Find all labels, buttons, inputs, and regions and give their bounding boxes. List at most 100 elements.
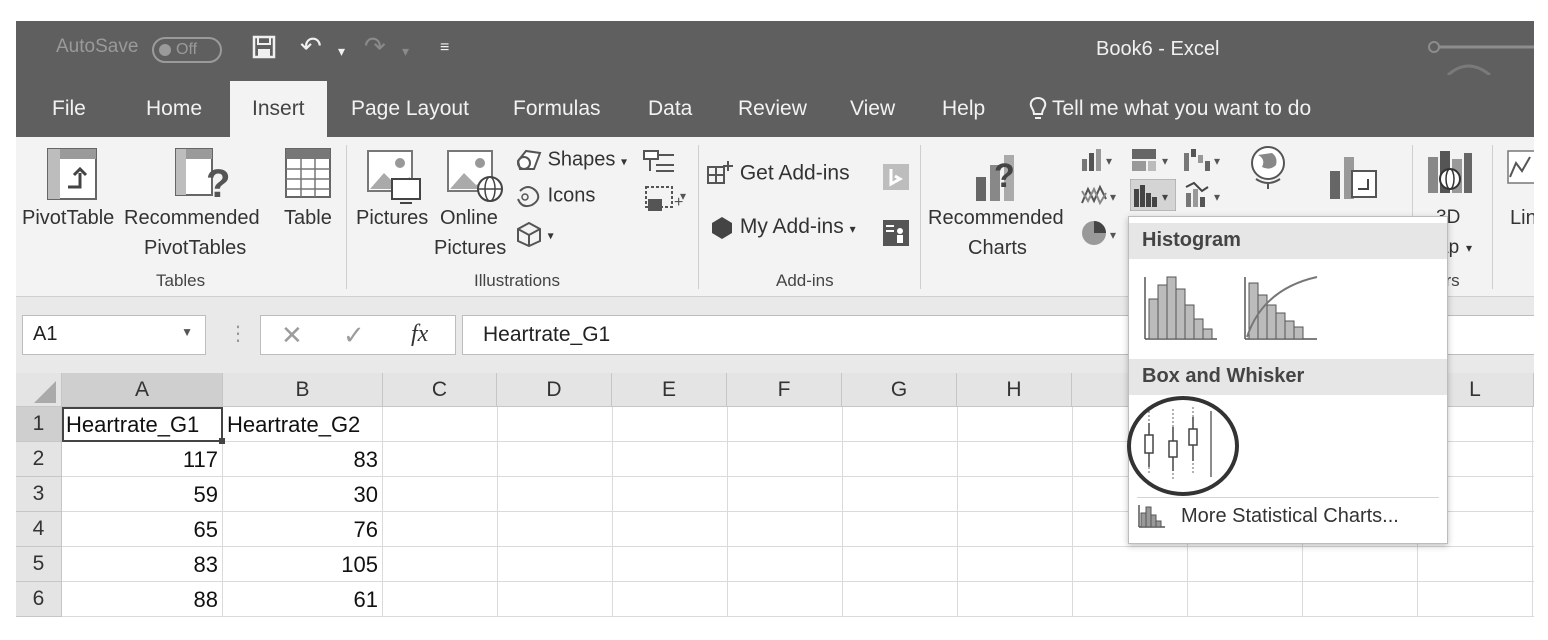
sparkline-line-label[interactable]: Lin (1510, 207, 1534, 230)
3d-map-dropdown-icon[interactable]: ▾ (1466, 241, 1472, 255)
column-chart-icon[interactable]: ▾ (1080, 147, 1118, 173)
sparkline-line-icon[interactable] (1506, 149, 1534, 189)
pictures-button[interactable]: Pictures (356, 207, 428, 230)
lightbulb-icon (1029, 97, 1047, 120)
toggle-knob (159, 44, 171, 56)
waterfall-chart-icon[interactable]: ▾ (1182, 147, 1226, 173)
cell-a6[interactable]: 88 (62, 582, 223, 617)
cell-b2[interactable]: 83 (223, 442, 383, 477)
cell-b6[interactable]: 61 (223, 582, 383, 617)
column-header-a[interactable]: A (62, 373, 223, 407)
tab-page-layout[interactable]: Page Layout (351, 81, 469, 137)
statistic-chart-icon[interactable]: ▾ (1130, 179, 1176, 211)
online-pictures-line2[interactable]: Pictures (434, 237, 506, 260)
pareto-chart-icon[interactable] (1243, 273, 1323, 341)
redo-dropdown-icon[interactable]: ▾ (402, 43, 409, 60)
tab-home[interactable]: Home (146, 81, 202, 137)
undo-icon[interactable]: ↶ (300, 31, 322, 62)
3d-models-button[interactable]: ▾ (516, 221, 554, 248)
row-header[interactable]: 5 (16, 547, 62, 582)
bing-maps-icon[interactable] (882, 163, 910, 191)
tab-insert[interactable]: Insert (230, 81, 327, 137)
recommended-charts-line1[interactable]: Recommended (928, 207, 1064, 230)
column-header-f[interactable]: F (727, 373, 842, 407)
svg-text:▾: ▾ (1110, 190, 1116, 204)
icons-button[interactable]: Icons (514, 183, 595, 209)
cell-a2[interactable]: 117 (62, 442, 223, 477)
tab-file[interactable]: File (52, 81, 86, 137)
cell-a1[interactable]: Heartrate_G1 (62, 407, 223, 442)
tab-help[interactable]: Help (942, 81, 985, 137)
save-icon[interactable] (252, 35, 276, 65)
people-graph-icon[interactable] (882, 219, 910, 247)
row-header[interactable]: 1 (16, 407, 62, 442)
more-charts-icon (1138, 505, 1165, 528)
tab-formulas[interactable]: Formulas (513, 81, 601, 137)
row-header[interactable]: 3 (16, 477, 62, 512)
combo-chart-icon[interactable]: ▾ (1184, 181, 1228, 209)
row-header[interactable]: 2 (16, 442, 62, 477)
recommended-pivottables-line2[interactable]: PivotTables (144, 237, 246, 260)
cell-a3[interactable]: 59 (62, 477, 223, 512)
row-header[interactable]: 6 (16, 582, 62, 617)
more-statistical-charts-label: More Statistical Charts... (1181, 505, 1399, 527)
select-all-corner[interactable] (16, 373, 62, 407)
insert-function-icon[interactable]: fx (411, 321, 428, 348)
cell-b5[interactable]: 105 (223, 547, 383, 582)
my-addins-label: My Add-ins (739, 215, 844, 238)
column-header-d[interactable]: D (497, 373, 612, 407)
menu-divider (1137, 497, 1439, 498)
line-chart-icon[interactable]: ▾ (1080, 181, 1124, 209)
screenshot-dropdown-icon[interactable]: ▾ (680, 189, 686, 203)
tab-data[interactable]: Data (648, 81, 692, 137)
svg-text:▾: ▾ (1214, 190, 1220, 204)
column-header-e[interactable]: E (612, 373, 727, 407)
undo-dropdown-icon[interactable]: ▾ (338, 43, 345, 60)
fill-handle[interactable] (219, 438, 225, 444)
shapes-label: Shapes (547, 148, 616, 171)
svg-text:▾: ▾ (1162, 190, 1168, 204)
more-statistical-charts-item[interactable]: More Statistical Charts... (1137, 503, 1399, 535)
cancel-icon[interactable]: ✕ (281, 320, 303, 351)
cell-b1[interactable]: Heartrate_G2 (223, 407, 383, 442)
get-addins-button[interactable]: Get Add-ins (706, 161, 850, 187)
tab-review[interactable]: Review (738, 81, 807, 137)
column-header-c[interactable]: C (383, 373, 497, 407)
svg-text:▾: ▾ (1106, 154, 1112, 168)
recommended-charts-line2[interactable]: Charts (968, 237, 1027, 260)
cell-a4[interactable]: 65 (62, 512, 223, 547)
ribbon-display-options-icon[interactable] (1426, 35, 1534, 75)
enter-icon[interactable]: ✓ (343, 320, 365, 351)
name-box-dropdown-icon[interactable]: ▼ (181, 325, 193, 339)
3d-map-icon[interactable] (1426, 147, 1474, 199)
autosave-state: Off (176, 41, 198, 58)
smartart-icon[interactable] (642, 149, 676, 175)
pivottable-button[interactable]: PivotTable (22, 207, 114, 230)
my-addins-button[interactable]: My Add-ins ▾ (708, 215, 856, 240)
column-header-b[interactable]: B (223, 373, 383, 407)
row-header[interactable]: 4 (16, 512, 62, 547)
recommended-pivottables-line1[interactable]: Recommended (124, 207, 260, 230)
column-header-h[interactable]: H (957, 373, 1072, 407)
formula-bar-resize-handle[interactable]: ⋮ (228, 321, 248, 346)
online-pictures-line1[interactable]: Online (440, 207, 498, 230)
hierarchy-chart-icon[interactable]: ▾ (1130, 147, 1174, 173)
column-header-g[interactable]: G (842, 373, 957, 407)
tell-me-search[interactable]: Tell me what you want to do (1028, 81, 1311, 137)
pie-chart-icon[interactable]: ▾ (1080, 219, 1120, 249)
histogram-chart-icon[interactable] (1143, 275, 1219, 341)
tab-view[interactable]: View (850, 81, 895, 137)
shapes-button[interactable]: Shapes ▾ (514, 147, 627, 173)
table-button[interactable]: Table (284, 207, 332, 230)
maps-icon[interactable] (1248, 145, 1288, 189)
pivotchart-icon[interactable] (1326, 147, 1380, 201)
name-box[interactable]: A1 ▼ (22, 315, 206, 355)
cell-b3[interactable]: 30 (223, 477, 383, 512)
redo-icon[interactable]: ↷ (364, 31, 386, 62)
cell-a5[interactable]: 83 (62, 547, 223, 582)
customize-qat-icon[interactable]: ≡ (440, 39, 449, 57)
cell-b4[interactable]: 76 (223, 512, 383, 547)
group-separator (346, 145, 347, 289)
autosave-toggle[interactable]: Off (152, 37, 222, 63)
svg-text:▾: ▾ (1110, 228, 1116, 242)
